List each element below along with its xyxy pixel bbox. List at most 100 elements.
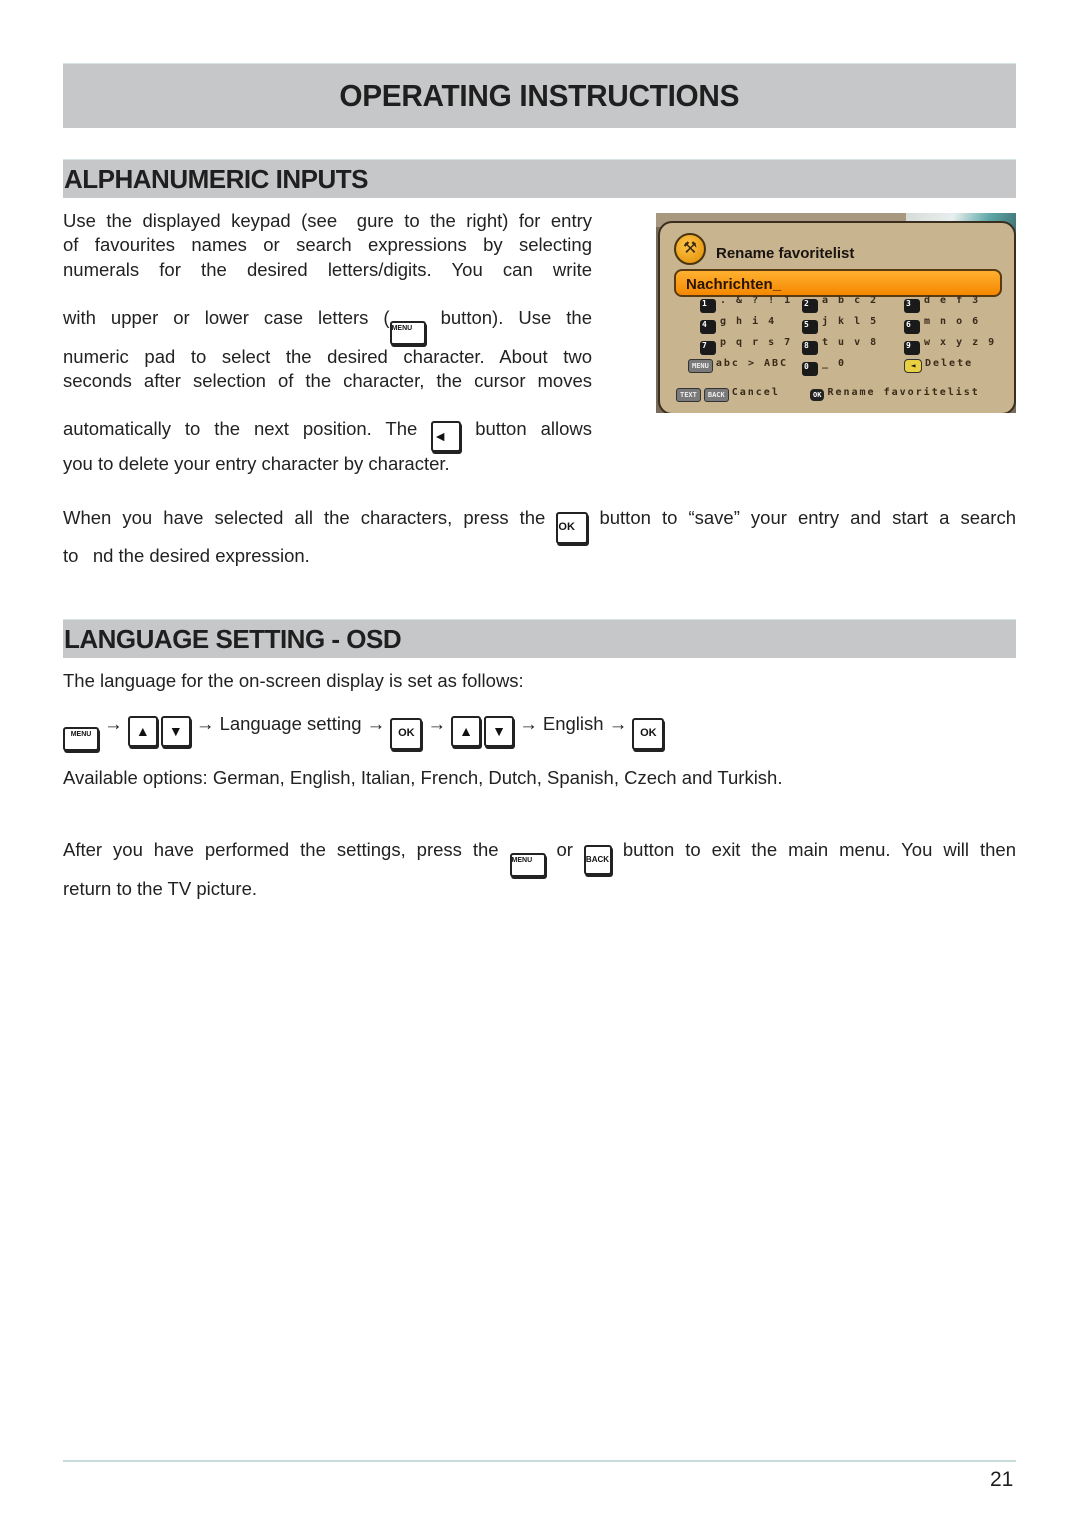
text-fragment: button). Use the: [425, 306, 592, 328]
osd-key-2: 2 a b c 2: [802, 295, 878, 313]
ok-key-icon: OK: [390, 718, 423, 750]
left-arrow-key-icon: ◄: [431, 421, 462, 453]
text-fragment: After you have performed the settings, p…: [63, 839, 510, 860]
osd-name-input: Nachrichten_: [674, 269, 1002, 297]
step-english: English: [542, 713, 604, 734]
page-header: OPERATING INSTRUCTIONS: [63, 63, 1016, 128]
up-arrow-key-icon: ▲: [127, 716, 158, 747]
text-line: numerals for the desired letters/digits.…: [63, 258, 592, 280]
osd-key-8: 8 t u v 8: [802, 337, 878, 355]
alphanumeric-paragraph-1: Use the displayed keypad (see gure to th…: [63, 209, 592, 477]
text-line: return to the TV picture.: [63, 878, 258, 899]
number-key-icon: 3: [904, 299, 920, 313]
section-header-alphanumeric: ALPHANUMERIC INPUTS: [63, 159, 1016, 198]
osd-key-5: 5 j k l 5: [802, 316, 878, 334]
key-chars: d e f 3: [924, 295, 981, 306]
osd-rename-favoritelist-screenshot: ⚒ Rename favoritelist Nachrichten_ 1 . & …: [656, 213, 1016, 413]
back-key-icon: BACK: [703, 388, 729, 402]
text-fragment: button to “save” your entry and start a …: [588, 507, 1016, 528]
key-chars: abc > ABC: [715, 358, 789, 369]
arrow-icon: →: [519, 713, 538, 734]
down-arrow-key-icon: ▼: [484, 716, 515, 747]
cancel-label: Cancel: [731, 387, 780, 398]
alphanumeric-paragraph-2: When you have selected all the character…: [63, 506, 1016, 568]
menu-key-icon: MENU: [389, 320, 426, 345]
number-key-icon: 8: [802, 341, 818, 355]
number-key-icon: 9: [904, 341, 920, 355]
number-key-icon: 1: [700, 299, 716, 313]
ok-key-icon: OK: [632, 718, 665, 750]
section-title-alphanumeric: ALPHANUMERIC INPUTS: [64, 163, 368, 194]
menu-key-icon: MENU: [688, 359, 713, 373]
osd-key-4: 4 g h i 4: [700, 316, 776, 334]
arrow-icon: →: [104, 713, 123, 734]
text-fragment: button allows: [461, 418, 592, 440]
key-chars: p q r s 7: [720, 337, 793, 348]
osd-confirm-hint: OK Rename favoritelist: [810, 387, 980, 401]
down-arrow-key-icon: ▼: [160, 716, 191, 747]
text-line: When you have selected all the character…: [63, 506, 1016, 544]
key-chars: t u v 8: [822, 337, 879, 348]
ok-key-icon: OK: [556, 512, 589, 544]
osd-key-menu: MENU abc > ABC: [688, 358, 788, 373]
text-line: numeric pad to select the desired charac…: [63, 345, 592, 367]
menu-key-icon: MENU: [63, 727, 99, 751]
menu-key-icon: MENU: [509, 853, 546, 877]
osd-key-3: 3 d e f 3: [904, 295, 980, 313]
number-key-icon: 0: [802, 362, 818, 376]
osd-key-1: 1 . & ? ! 1: [700, 295, 792, 313]
osd-key-7: 7 p q r s 7: [700, 337, 792, 355]
text-fragment: button to exit the main menu. You will t…: [611, 839, 1016, 860]
text-line: to nd the desired expression.: [63, 545, 310, 566]
arrow-icon: →: [427, 713, 446, 734]
osd-key-delete: ◄ Delete: [904, 358, 973, 373]
number-key-icon: 5: [802, 320, 818, 334]
text-key-icon: TEXT: [676, 388, 701, 402]
language-intro: The language for the on-screen display i…: [63, 670, 524, 691]
osd-key-6: 6 m n o 6: [904, 316, 980, 334]
number-key-icon: 4: [700, 320, 716, 334]
osd-cancel-hint: TEXT BACK Cancel: [676, 387, 780, 402]
text-line: automatically to the next position. The …: [63, 417, 592, 453]
osd-key-9: 9 w x y z 9: [904, 337, 996, 355]
page-number: 21: [990, 1468, 1014, 1491]
key-chars: j k l 5: [822, 316, 879, 327]
key-chars: g h i 4: [720, 316, 777, 327]
osd-dialog-title: Rename favoritelist: [716, 245, 855, 262]
left-arrow-key-icon: ◄: [904, 359, 922, 373]
key-chars: . & ? ! 1: [720, 295, 793, 306]
number-key-icon: 7: [700, 341, 716, 355]
step-language-setting: Language setting: [219, 713, 362, 734]
text-fragment: automatically to the next position. The: [63, 418, 432, 440]
text-line: you to delete your entry character by ch…: [63, 453, 450, 475]
number-key-icon: 6: [904, 320, 920, 334]
arrow-icon: →: [608, 713, 628, 734]
key-chars: w x y z 9: [924, 337, 997, 348]
text-line: seconds after selection of the character…: [63, 370, 592, 392]
key-chars: Delete: [925, 358, 974, 369]
text-line: Use the displayed keypad (see gure to th…: [63, 210, 592, 231]
section-header-language: LANGUAGE SETTING - OSD: [63, 619, 1016, 658]
section-title-language: LANGUAGE SETTING - OSD: [64, 623, 402, 654]
arrow-icon: →: [195, 713, 215, 734]
hammer-icon: ⚒: [674, 233, 706, 265]
ok-key-icon: OK: [810, 389, 825, 401]
key-chars: m n o 6: [924, 316, 981, 327]
osd-key-0: 0 _ 0: [802, 358, 846, 376]
text-line: with upper or lower case letters (MENU b…: [63, 306, 592, 345]
page-title: OPERATING INSTRUCTIONS: [339, 78, 740, 113]
up-arrow-key-icon: ▲: [451, 716, 482, 747]
back-key-icon: BACK: [583, 845, 612, 875]
text-line: of favourites names or search expression…: [63, 234, 592, 256]
confirm-label: Rename favoritelist: [827, 387, 980, 398]
text-line: After you have performed the settings, p…: [63, 838, 1016, 877]
arrow-icon: →: [366, 713, 386, 734]
language-options: Available options: German, English, Ital…: [63, 767, 783, 788]
text-fragment: with upper or lower case letters (: [63, 306, 390, 328]
text-fragment: When you have selected all the character…: [63, 507, 557, 528]
text-fragment: or: [545, 839, 584, 860]
language-key-sequence: MENU → ▲ ▼ → Language setting → OK → ▲ ▼ →…: [63, 712, 665, 751]
footer-divider: [63, 1460, 1016, 1462]
key-chars: _ 0: [822, 358, 847, 369]
number-key-icon: 2: [802, 299, 818, 313]
